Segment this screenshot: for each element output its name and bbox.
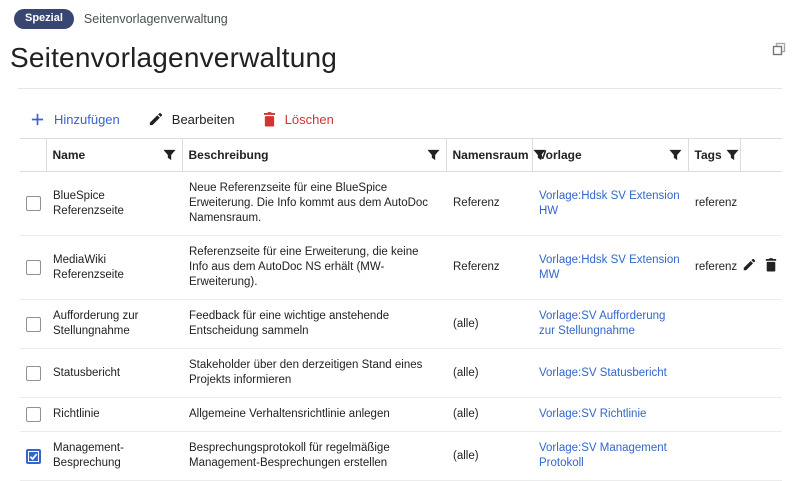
plus-icon xyxy=(30,112,45,127)
name-filter-funnel-icon[interactable] xyxy=(163,149,176,162)
header-actions-cell xyxy=(740,139,782,172)
header-tags-label: Tags xyxy=(695,148,722,162)
cell-description: Neue Referenzseite für eine BlueSpice Er… xyxy=(182,172,446,236)
row-checkbox[interactable] xyxy=(26,317,41,332)
pencil-icon xyxy=(148,112,163,127)
delete-button[interactable]: Löschen xyxy=(263,112,334,127)
table-row[interactable]: MediaWiki Referenzseite Referenzseite fü… xyxy=(20,236,782,300)
delete-button-label: Löschen xyxy=(285,112,334,127)
cell-namespace: (alle) xyxy=(446,349,532,398)
cell-name: Management-Besprechung xyxy=(46,432,182,481)
header-name: Name xyxy=(46,139,182,172)
template-link[interactable]: Vorlage:SV Aufforderung zur Stellungnahm… xyxy=(539,310,665,337)
row-checkbox-checked[interactable] xyxy=(26,449,41,464)
cell-description: Feedback für eine wichtige anstehende En… xyxy=(182,300,446,349)
cell-description: Besprechungsprotokoll für regelmäßige Ma… xyxy=(182,432,446,481)
template-link[interactable]: Vorlage:SV Management Protokoll xyxy=(539,442,667,469)
cell-name: MediaWiki Referenzseite xyxy=(46,236,182,300)
header-description: Beschreibung xyxy=(182,139,446,172)
template-link[interactable]: Vorlage:SV Richtlinie xyxy=(539,408,646,420)
cell-namespace: Referenz xyxy=(446,172,532,236)
table-row[interactable]: Management-Besprechung Besprechungsproto… xyxy=(20,432,782,481)
row-checkbox[interactable] xyxy=(26,260,41,275)
expand-icon[interactable] xyxy=(772,42,786,56)
cell-namespace: (alle) xyxy=(446,432,532,481)
description-filter-funnel-icon[interactable] xyxy=(427,149,440,162)
row-checkbox[interactable] xyxy=(26,407,41,422)
add-button[interactable]: Hinzufügen xyxy=(30,112,120,127)
header-checkbox-cell xyxy=(20,139,46,172)
cell-namespace: Referenz xyxy=(446,236,532,300)
page-title: Seitenvorlagenverwaltung xyxy=(10,42,790,74)
table-header-row: Name Beschreibung Namensraum xyxy=(20,139,782,172)
table-row[interactable]: Statusbericht Stakeholder über den derze… xyxy=(20,349,782,398)
template-link[interactable]: Vorlage:SV Statusbericht xyxy=(539,367,667,379)
cell-tags: referenz xyxy=(688,236,740,300)
title-divider xyxy=(18,88,782,89)
namespace-badge[interactable]: Spezial xyxy=(14,9,74,29)
row-actions xyxy=(742,258,777,272)
header-namespace-label: Namensraum xyxy=(453,148,529,162)
edit-button-label: Bearbeiten xyxy=(172,112,235,127)
cell-description: Stakeholder über den derzeitigen Stand e… xyxy=(182,349,446,398)
cell-namespace: (alle) xyxy=(446,398,532,432)
row-checkbox[interactable] xyxy=(26,366,41,381)
header-template: Vorlage xyxy=(532,139,688,172)
header-name-label: Name xyxy=(53,148,86,162)
header-namespace: Namensraum xyxy=(446,139,532,172)
templates-table: Name Beschreibung Namensraum xyxy=(20,138,782,481)
cell-description: Referenzseite für eine Erweiterung, die … xyxy=(182,236,446,300)
add-button-label: Hinzufügen xyxy=(54,112,120,127)
row-edit-pencil-icon[interactable] xyxy=(742,258,756,272)
header-tags: Tags xyxy=(688,139,740,172)
cell-tags xyxy=(688,349,740,398)
table-row[interactable]: Richtlinie Allgemeine Verhaltensrichtlin… xyxy=(20,398,782,432)
cell-description: Allgemeine Verhaltensrichtlinie anlegen xyxy=(182,398,446,432)
cell-tags xyxy=(688,398,740,432)
cell-name: Statusbericht xyxy=(46,349,182,398)
row-delete-trash-icon[interactable] xyxy=(765,258,777,272)
edit-button[interactable]: Bearbeiten xyxy=(148,112,235,127)
header-template-label: Vorlage xyxy=(539,148,582,162)
cell-tags xyxy=(688,432,740,481)
table-row[interactable]: BlueSpice Referenzseite Neue Referenzsei… xyxy=(20,172,782,236)
cell-name: Richtlinie xyxy=(46,398,182,432)
template-link[interactable]: Vorlage:Hdsk SV Extension HW xyxy=(539,190,680,217)
header-description-label: Beschreibung xyxy=(189,148,269,162)
cell-tags: referenz xyxy=(688,172,740,236)
row-checkbox[interactable] xyxy=(26,196,41,211)
template-link[interactable]: Vorlage:Hdsk SV Extension MW xyxy=(539,254,680,281)
cell-name: Aufforderung zur Stellungnahme xyxy=(46,300,182,349)
seitenvorlagen-page: { "breadcrumb": { "badge": "Spezial", "p… xyxy=(0,0,800,454)
breadcrumb-page-label: Seitenvorlagenverwaltung xyxy=(84,12,228,26)
tags-filter-funnel-icon[interactable] xyxy=(726,149,739,162)
breadcrumb: Spezial Seitenvorlagenverwaltung xyxy=(0,0,800,29)
trash-icon xyxy=(263,112,276,127)
table-row[interactable]: Aufforderung zur Stellungnahme Feedback … xyxy=(20,300,782,349)
cell-tags xyxy=(688,300,740,349)
grid-toolbar: Hinzufügen Bearbeiten Löschen xyxy=(20,106,780,138)
template-filter-funnel-icon[interactable] xyxy=(669,149,682,162)
cell-namespace: (alle) xyxy=(446,300,532,349)
cell-name: BlueSpice Referenzseite xyxy=(46,172,182,236)
